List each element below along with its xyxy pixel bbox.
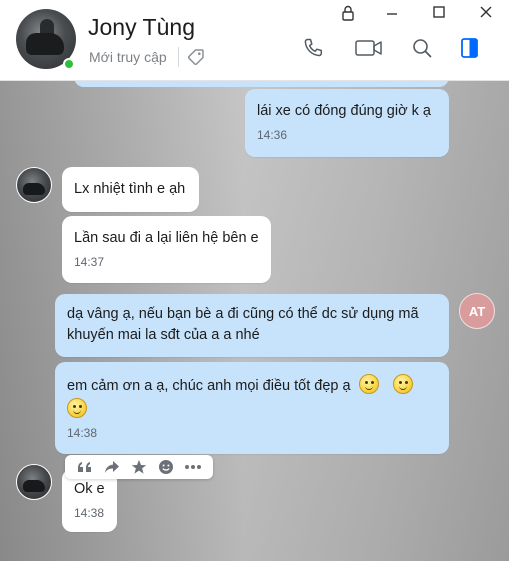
message-time: 14:37 [74,255,105,269]
contact-avatar-small[interactable] [16,464,52,500]
smile-emoji-icon [67,398,87,418]
status-divider [178,47,179,67]
message-text: Lx nhiệt tình e ạh [74,181,186,197]
message-text: Lần sau đi a lại liên hệ bên e [74,230,259,246]
message-text-line: dạ vâng ạ, nếu bạn bè a đi cũng có thể d… [67,306,419,322]
message-bubble-incoming[interactable]: Lần sau đi a lại liên hệ bên e 14:37 [62,216,271,283]
message-bubble-outgoing[interactable]: dạ vâng ạ, nếu bạn bè a đi cũng có thể d… [55,294,449,357]
chat-header: Jony Tùng Mới truy cập [0,0,509,81]
message-bubble-outgoing[interactable]: em cảm ơn a ạ, chúc anh mọi điều tốt đẹp… [55,362,449,454]
message-text: em cảm ơn a ạ, chúc anh mọi điều tốt đẹp… [67,378,351,394]
sidebar-toggle-icon[interactable] [458,36,482,60]
contact-status: Mới truy cập [89,49,167,65]
maximize-icon[interactable] [428,3,450,23]
message-time: 14:38 [74,506,105,520]
phone-icon[interactable] [301,36,325,60]
lock-icon[interactable] [337,3,359,23]
close-icon[interactable] [475,3,497,23]
smile-emoji-icon [358,374,379,394]
emoji-reaction-icon[interactable] [157,458,175,476]
message-bubble-incoming[interactable]: Lx nhiệt tình e ạh [62,167,199,212]
message-text: Ok e [74,481,105,497]
forward-icon[interactable] [103,458,121,476]
contact-avatar-small[interactable] [16,167,52,203]
more-icon[interactable] [184,458,202,476]
tag-icon[interactable] [186,47,206,67]
message-time: 14:38 [67,426,98,440]
self-avatar[interactable]: AT [459,293,495,329]
quote-icon[interactable] [76,458,94,476]
message-list[interactable]: lái xe có đóng đúng giờ k ạ 14:36 Lx nhi… [0,81,509,561]
search-icon[interactable] [410,36,434,60]
message-bubble-outgoing[interactable]: lái xe có đóng đúng giờ k ạ 14:36 [245,89,449,157]
minimize-icon[interactable] [381,3,403,23]
contact-name[interactable]: Jony Tùng [88,14,195,41]
online-status-dot [63,58,75,70]
message-text: lái xe có đóng đúng giờ k ạ [257,103,431,119]
previous-message-bubble [74,81,449,87]
star-icon[interactable] [130,458,148,476]
video-call-icon[interactable] [354,36,384,60]
message-time: 14:36 [257,128,288,142]
smile-emoji-icon [392,374,413,394]
message-text-line: khuyến mai la sđt của a a nhé [67,327,260,343]
message-action-toolbar [65,455,213,479]
